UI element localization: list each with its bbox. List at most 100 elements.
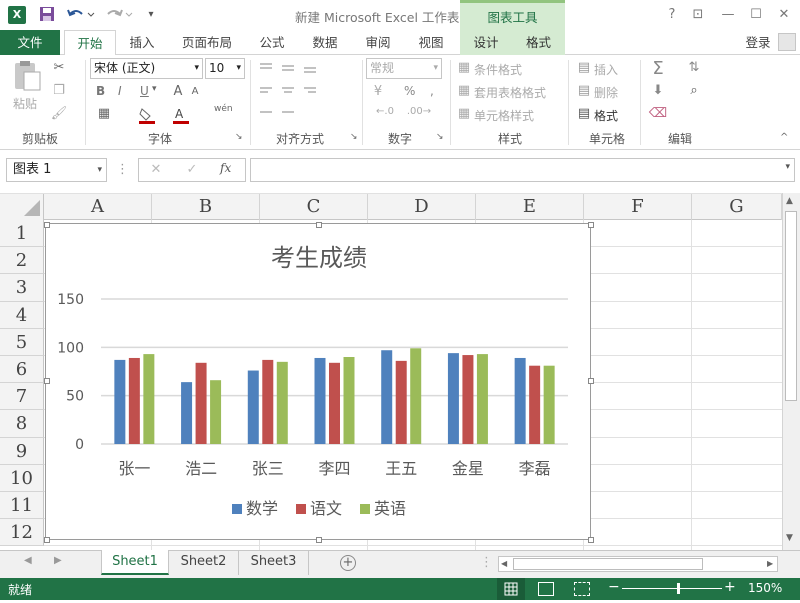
tab-data[interactable]: 数据 bbox=[306, 30, 344, 55]
row-header-11[interactable]: 11 bbox=[0, 492, 44, 520]
tab-review[interactable]: 审阅 bbox=[360, 30, 396, 55]
clear-icon[interactable]: ⌫ bbox=[648, 106, 668, 121]
tab-page-layout[interactable]: 页面布局 bbox=[176, 30, 238, 55]
italic-button[interactable]: I bbox=[118, 84, 122, 98]
scroll-thumb[interactable] bbox=[785, 211, 797, 401]
increase-decimal-icon[interactable]: ←.0 bbox=[370, 106, 400, 117]
format-cells-button[interactable]: 格式 bbox=[594, 107, 618, 124]
sheet-tab-3[interactable]: Sheet3 bbox=[239, 550, 309, 575]
scroll-sheets-right-icon[interactable]: ▶ bbox=[54, 555, 62, 566]
save-icon[interactable] bbox=[38, 6, 56, 24]
alignment-buttons[interactable] bbox=[256, 58, 356, 128]
font-shrink-icon[interactable]: A bbox=[188, 86, 202, 97]
h-scroll-thumb[interactable] bbox=[513, 558, 703, 570]
row-header-4[interactable]: 4 bbox=[0, 301, 44, 329]
row-header-5[interactable]: 5 bbox=[0, 328, 44, 356]
paste-icon[interactable] bbox=[12, 60, 42, 92]
cut-icon[interactable]: ✂ bbox=[50, 60, 68, 75]
horizontal-scrollbar[interactable]: ◀ ▶ bbox=[498, 556, 778, 572]
page-break-view-icon[interactable] bbox=[574, 582, 590, 596]
row-header-3[interactable]: 3 bbox=[0, 274, 44, 302]
copy-icon[interactable]: ❐ bbox=[50, 83, 68, 98]
autosum-icon[interactable]: Σ bbox=[648, 58, 668, 79]
decrease-decimal-icon[interactable]: .00→ bbox=[404, 106, 434, 117]
signin-link[interactable]: 登录 bbox=[738, 30, 778, 55]
minimize-icon[interactable]: — bbox=[718, 5, 738, 25]
scroll-down-icon[interactable]: ▼ bbox=[786, 533, 793, 543]
tab-split-icon[interactable]: ⋮ bbox=[480, 555, 493, 570]
tab-insert[interactable]: 插入 bbox=[124, 30, 160, 55]
comma-button[interactable]: , bbox=[430, 84, 434, 98]
resize-handle[interactable] bbox=[588, 222, 594, 228]
alignment-dialog-launcher[interactable]: ↘ bbox=[350, 132, 358, 142]
sheet-tab-2[interactable]: Sheet2 bbox=[169, 550, 239, 575]
row-header-6[interactable]: 6 bbox=[0, 356, 44, 384]
column-header-a[interactable]: A bbox=[44, 194, 152, 220]
ribbon-display-icon[interactable]: ⊡ bbox=[688, 5, 708, 25]
insert-function-button[interactable]: fx bbox=[220, 161, 231, 175]
border-icon[interactable]: ▦ bbox=[96, 106, 112, 121]
row-header-1[interactable]: 1 bbox=[0, 220, 44, 248]
resize-handle[interactable] bbox=[588, 537, 594, 543]
scroll-left-icon[interactable]: ◀ bbox=[501, 559, 507, 568]
sort-filter-icon[interactable]: ⇅ bbox=[684, 60, 704, 75]
row-header-8[interactable]: 8 bbox=[0, 410, 44, 438]
row-header-9[interactable]: 9 bbox=[0, 437, 44, 465]
resize-handle[interactable] bbox=[44, 222, 50, 228]
table-format-button[interactable]: 套用表格格式 bbox=[474, 84, 546, 101]
phonetic-guide-icon[interactable]: wén bbox=[214, 104, 233, 114]
zoom-in-icon[interactable]: + bbox=[724, 579, 736, 595]
sheet-tab-1[interactable]: Sheet1 bbox=[101, 550, 169, 575]
fill-color-icon[interactable] bbox=[138, 106, 156, 124]
paste-label[interactable]: 粘贴 bbox=[13, 95, 37, 112]
select-all-button[interactable] bbox=[0, 194, 44, 220]
font-grow-icon[interactable]: A bbox=[170, 84, 186, 99]
column-header-c[interactable]: C bbox=[260, 194, 368, 220]
resize-handle[interactable] bbox=[316, 537, 322, 543]
column-header-d[interactable]: D bbox=[368, 194, 476, 220]
add-sheet-icon[interactable]: + bbox=[340, 555, 356, 571]
insert-cells-button[interactable]: 插入 bbox=[594, 61, 618, 78]
resize-handle[interactable] bbox=[588, 378, 594, 384]
column-header-g[interactable]: G bbox=[692, 194, 782, 220]
underline-dropdown-icon[interactable]: ▾ bbox=[152, 84, 157, 94]
number-format-select[interactable]: 常规 ▾ bbox=[366, 58, 442, 79]
vertical-scrollbar[interactable]: ▲ ▼ bbox=[782, 193, 800, 550]
underline-button[interactable]: U bbox=[140, 84, 149, 98]
tab-format[interactable]: 格式 bbox=[512, 30, 565, 55]
fill-icon[interactable]: ⬇ bbox=[648, 83, 668, 98]
number-dialog-launcher[interactable]: ↘ bbox=[436, 132, 444, 142]
font-size-select[interactable]: 10 ▾ bbox=[205, 58, 245, 79]
resize-handle[interactable] bbox=[44, 378, 50, 384]
percent-button[interactable]: % bbox=[404, 84, 415, 98]
currency-icon[interactable]: ¥ bbox=[368, 84, 388, 99]
zoom-slider[interactable] bbox=[622, 588, 722, 589]
name-box[interactable]: 图表 1 ▾ bbox=[6, 158, 107, 182]
account-avatar[interactable] bbox=[778, 33, 796, 51]
zoom-level[interactable]: 150% bbox=[748, 581, 782, 595]
row-header-10[interactable]: 10 bbox=[0, 464, 44, 492]
conditional-format-button[interactable]: 条件格式 bbox=[474, 61, 522, 78]
tab-view[interactable]: 视图 bbox=[412, 30, 450, 55]
row-header-7[interactable]: 7 bbox=[0, 383, 44, 411]
row-header-2[interactable]: 2 bbox=[0, 247, 44, 275]
tab-file[interactable]: 文件 bbox=[0, 30, 60, 55]
cell-style-button[interactable]: 单元格样式 bbox=[474, 107, 534, 124]
page-layout-view-icon[interactable] bbox=[538, 582, 554, 596]
chart-area[interactable]: 考生成绩 0 50 100 150 张一 浩二 张三 李四 王五 金星 李磊 数学 语文 英语 bbox=[45, 223, 591, 540]
maximize-icon[interactable]: ☐ bbox=[746, 5, 766, 25]
excel-icon[interactable]: X bbox=[8, 6, 26, 24]
normal-view-icon[interactable] bbox=[497, 578, 525, 600]
tab-design[interactable]: 设计 bbox=[460, 30, 512, 55]
row-header-12[interactable]: 12 bbox=[0, 519, 44, 547]
tab-formulas[interactable]: 公式 bbox=[254, 30, 290, 55]
zoom-out-icon[interactable]: − bbox=[608, 579, 620, 595]
find-select-icon[interactable]: ⌕ bbox=[684, 83, 704, 98]
scroll-up-icon[interactable]: ▲ bbox=[786, 196, 793, 206]
formula-input[interactable]: ▾ bbox=[250, 158, 795, 182]
scroll-sheets-left-icon[interactable]: ◀ bbox=[24, 555, 32, 566]
tab-home[interactable]: 开始 bbox=[64, 30, 116, 56]
undo-icon[interactable] bbox=[66, 6, 96, 24]
font-dialog-launcher[interactable]: ↘ bbox=[235, 132, 243, 142]
customize-qat-icon[interactable]: ▾ bbox=[144, 6, 158, 24]
